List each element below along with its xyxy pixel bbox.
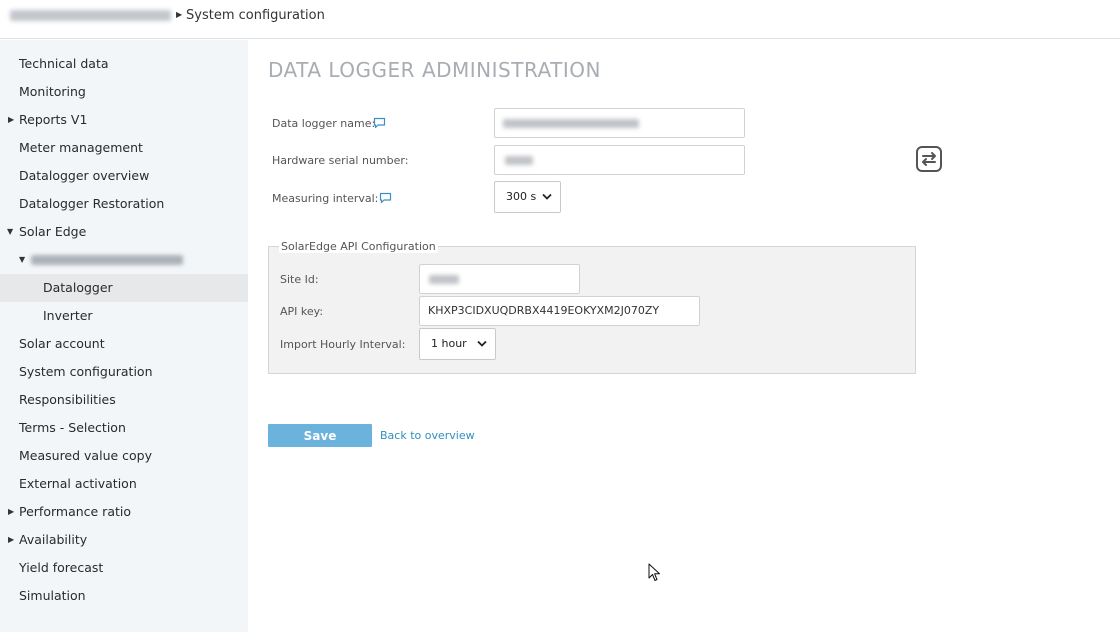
sidebar-item-label: System configuration: [19, 364, 153, 379]
sidebar-item-technical-data[interactable]: Technical data: [0, 50, 248, 78]
sidebar-item-external-activation[interactable]: External activation: [0, 470, 248, 498]
breadcrumb-current: System configuration: [186, 8, 325, 23]
sidebar-item-redacted-label: [31, 255, 183, 265]
redacted-value: [429, 275, 459, 284]
sidebar-item-label: Measured value copy: [19, 448, 153, 463]
measuring-interval-select[interactable]: 300 s: [494, 181, 561, 213]
datalogger-name-input[interactable]: [494, 108, 745, 138]
swap-arrows-icon[interactable]: [916, 146, 942, 172]
caret-right-icon: ▶: [8, 115, 15, 124]
sidebar-item-label: Performance ratio: [19, 504, 132, 519]
datalogger-name-label: Data logger name:: [272, 117, 376, 130]
sidebar-item-label: Responsibilities: [19, 392, 116, 407]
import-interval-select[interactable]: 1 hour: [419, 328, 496, 360]
sidebar-item-yield-forecast[interactable]: Yield forecast: [0, 554, 248, 582]
sidebar-item-label: Simulation: [19, 588, 86, 603]
sidebar-item-label: Solar Edge: [19, 224, 87, 239]
sidebar-item-datalogger[interactable]: Datalogger: [0, 274, 248, 302]
comment-icon[interactable]: [379, 192, 392, 204]
sidebar-item-label: Datalogger overview: [19, 168, 150, 183]
sidebar-item-label: Meter management: [19, 140, 143, 155]
hardware-serial-input[interactable]: [494, 145, 745, 175]
caret-right-icon: ▶: [8, 507, 15, 516]
save-settings-button[interactable]: Save settings: [268, 424, 372, 466]
site-id-label: Site Id:: [280, 273, 319, 286]
page-title: DATA LOGGER ADMINISTRATION: [268, 58, 601, 82]
sidebar: Technical data Monitoring ▶ Reports V1 M…: [0, 40, 248, 632]
sidebar-item-solar-edge[interactable]: ▼ Solar Edge: [0, 218, 248, 246]
sidebar-item-label: Reports V1: [19, 112, 88, 127]
caret-down-icon: ▼: [7, 227, 14, 236]
api-key-label: API key:: [280, 305, 324, 318]
sidebar-item-system-configuration[interactable]: System configuration: [0, 358, 248, 386]
chevron-down-icon: [542, 193, 552, 200]
sidebar-item-label: Yield forecast: [19, 560, 104, 575]
site-id-input[interactable]: [419, 264, 580, 294]
redacted-value: [505, 156, 533, 165]
sidebar-item-label: Monitoring: [19, 84, 86, 99]
measuring-interval-label: Measuring interval:: [272, 192, 379, 205]
sidebar-item-simulation[interactable]: Simulation: [0, 582, 248, 610]
sidebar-item-label: Terms - Selection: [19, 420, 126, 435]
sidebar-item-monitoring[interactable]: Monitoring: [0, 78, 248, 106]
hardware-serial-label: Hardware serial number:: [272, 154, 409, 167]
chevron-down-icon: [477, 340, 487, 347]
import-interval-label: Import Hourly Interval:: [280, 338, 406, 351]
breadcrumb-separator-icon: ▶: [176, 10, 183, 19]
sidebar-item-meter-management[interactable]: Meter management: [0, 134, 248, 162]
sidebar-item-system-redacted[interactable]: ▼: [0, 246, 248, 274]
api-key-input[interactable]: KHXP3CIDXUQDRBX4419EOKYXM2J070ZY: [419, 296, 700, 326]
redacted-value: [503, 119, 639, 128]
sidebar-item-responsibilities[interactable]: Responsibilities: [0, 386, 248, 414]
sidebar-item-measured-value-copy[interactable]: Measured value copy: [0, 442, 248, 470]
sidebar-item-solar-account[interactable]: Solar account: [0, 330, 248, 358]
back-to-overview-link[interactable]: Back to overview: [380, 429, 475, 442]
sidebar-item-label: Technical data: [19, 56, 109, 71]
mouse-cursor-icon: [648, 563, 660, 581]
api-configuration-legend: SolarEdge API Configuration: [279, 240, 438, 253]
sidebar-item-performance-ratio[interactable]: ▶ Performance ratio: [0, 498, 248, 526]
select-value: 1 hour: [431, 337, 467, 350]
sidebar-item-label: Datalogger Restoration: [19, 196, 165, 211]
sidebar-item-label: Datalogger: [43, 280, 113, 295]
sidebar-item-reports-v1[interactable]: ▶ Reports V1: [0, 106, 248, 134]
sidebar-item-label: Inverter: [43, 308, 93, 323]
sidebar-item-terms-selection[interactable]: Terms - Selection: [0, 414, 248, 442]
sidebar-item-label: Availability: [19, 532, 88, 547]
sidebar-item-label: Solar account: [19, 336, 105, 351]
sidebar-item-label: External activation: [19, 476, 137, 491]
caret-down-icon: ▼: [19, 255, 26, 264]
select-value: 300 s: [506, 190, 537, 203]
top-bar: ▶ System configuration: [0, 0, 1120, 39]
sidebar-item-datalogger-restoration[interactable]: Datalogger Restoration: [0, 190, 248, 218]
sidebar-item-inverter[interactable]: Inverter: [0, 302, 248, 330]
sidebar-item-datalogger-overview[interactable]: Datalogger overview: [0, 162, 248, 190]
breadcrumb-root-redacted[interactable]: [10, 10, 171, 21]
comment-icon[interactable]: [373, 117, 386, 129]
caret-right-icon: ▶: [8, 535, 15, 544]
sidebar-item-availability[interactable]: ▶ Availability: [0, 526, 248, 554]
